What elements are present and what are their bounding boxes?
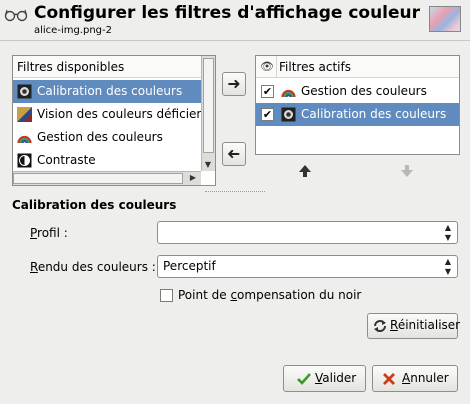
- chevron-updown-icon: ▲ ▼: [444, 257, 452, 276]
- rendering-intent-label: Rendu des couleurs :: [30, 260, 156, 274]
- color-management-icon: [17, 135, 32, 144]
- cancel-button[interactable]: Annuler: [372, 365, 458, 392]
- move-up-button[interactable]: [296, 162, 314, 180]
- mnemonic: R: [30, 260, 38, 274]
- list-item[interactable]: Gestion des couleurs: [13, 126, 201, 149]
- active-filters-list[interactable]: 👁 Filtres actifs ✔ Gestion des couleurs …: [255, 55, 460, 155]
- list-item[interactable]: Calibration des couleurs: [13, 80, 201, 103]
- label-text: alider: [322, 371, 357, 385]
- color-vision-icon: [17, 107, 32, 122]
- cancel-x-icon: [383, 373, 395, 385]
- calibration-icon: [17, 84, 32, 99]
- black-point-compensation-label: Point de compensation du noir: [178, 288, 361, 302]
- profile-select[interactable]: ▲ ▼: [157, 221, 458, 244]
- available-filters-list[interactable]: Filtres disponibles Calibration des coul…: [12, 55, 216, 186]
- label-text: endu des couleurs :: [37, 260, 156, 274]
- ok-label: Valider: [315, 371, 356, 385]
- reset-label: Réinitialiser: [390, 318, 460, 332]
- arrow-down-icon: [401, 165, 413, 177]
- filter-settings-title: Calibration des couleurs: [12, 198, 177, 212]
- profile-label: Profil :: [30, 226, 68, 240]
- arrow-right-icon: ➜: [227, 74, 241, 93]
- list-item-label: Gestion des couleurs: [301, 84, 427, 98]
- reset-button[interactable]: Réinitialiser: [367, 313, 460, 339]
- color-management-icon: [281, 89, 296, 98]
- reset-icon: [374, 320, 386, 332]
- list-item-label: Contraste: [37, 153, 96, 167]
- checkmark-icon: [297, 373, 311, 385]
- filter-enabled-checkbox[interactable]: ✔: [261, 108, 274, 121]
- rendering-intent-select[interactable]: Perceptif ▲ ▼: [157, 255, 458, 278]
- active-filters-header: 👁 Filtres actifs: [256, 56, 459, 78]
- eye-icon: 👁: [260, 60, 274, 73]
- header-separator: [0, 40, 470, 41]
- scrollbar-thumb[interactable]: [13, 173, 183, 184]
- column-separator: [276, 56, 277, 78]
- cancel-label: Annuler: [402, 371, 449, 385]
- list-item-label: Vision des couleurs déficiente: [37, 107, 201, 121]
- image-name: alice-img.png-2: [34, 25, 112, 36]
- rendering-intent-value: Perceptif: [163, 259, 216, 273]
- arrow-up-icon: [299, 165, 311, 177]
- list-item[interactable]: Contraste: [13, 149, 201, 172]
- label-text: éinitialiser: [397, 318, 461, 332]
- dialog-title: Configurer les filtres d'affichage coule…: [34, 3, 421, 23]
- add-filter-button[interactable]: ➜: [222, 72, 246, 96]
- ok-button[interactable]: Valider: [283, 365, 366, 392]
- available-filters-heading: Filtres disponibles: [13, 56, 201, 78]
- list-item-label: Calibration des couleurs: [37, 84, 183, 98]
- label-text: rofil :: [37, 226, 68, 240]
- pane-grip[interactable]: [205, 191, 265, 194]
- move-down-button[interactable]: [398, 162, 416, 180]
- scrollbar-thumb[interactable]: [203, 58, 214, 153]
- calibration-icon: [281, 107, 296, 122]
- mnemonic: P: [30, 226, 38, 240]
- filter-enabled-checkbox[interactable]: ✔: [261, 85, 274, 98]
- list-item[interactable]: ✔ Gestion des couleurs: [256, 80, 459, 103]
- active-filters-heading: Filtres actifs: [279, 60, 351, 74]
- available-vertical-scrollbar[interactable]: ▼: [201, 56, 215, 171]
- label-text: Point de: [178, 288, 231, 302]
- scroll-down-arrow-icon[interactable]: ▼: [202, 159, 214, 171]
- image-thumbnail: [429, 6, 461, 32]
- list-item[interactable]: ✔ Calibration des couleurs: [256, 103, 459, 126]
- mnemonic: R: [390, 318, 398, 332]
- scroll-right-arrow-icon[interactable]: ▶: [187, 172, 199, 184]
- list-item-label: Gestion des couleurs: [37, 130, 163, 144]
- glasses-icon: [4, 9, 28, 22]
- contrast-icon: [17, 153, 32, 168]
- label-text: ompensation du noir: [237, 288, 362, 302]
- label-text: nnuler: [410, 371, 449, 385]
- arrow-left-icon: ➜: [227, 144, 241, 163]
- remove-filter-button[interactable]: ➜: [222, 142, 246, 166]
- list-item-label: Calibration des couleurs: [301, 107, 447, 121]
- list-item[interactable]: Vision des couleurs déficiente: [13, 103, 201, 126]
- mnemonic: A: [402, 371, 411, 385]
- chevron-updown-icon: ▲ ▼: [444, 223, 452, 242]
- black-point-compensation-checkbox[interactable]: [160, 289, 173, 302]
- available-horizontal-scrollbar[interactable]: ▶: [13, 171, 201, 185]
